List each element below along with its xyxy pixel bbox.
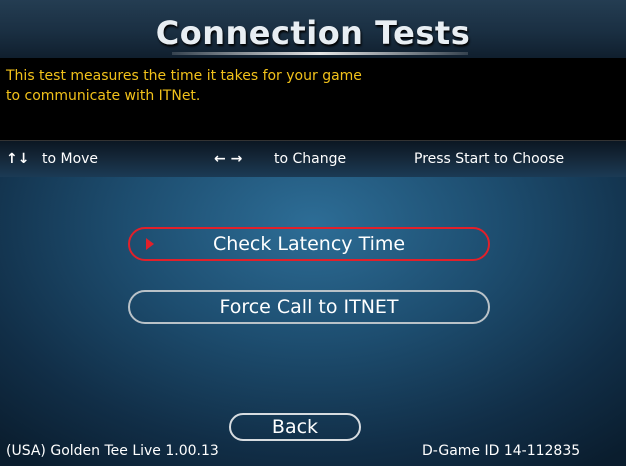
nav-hint-bar: ↑↓ to Move ← → to Change Press Start to …	[0, 141, 626, 177]
move-hint-label: to Move	[42, 151, 99, 167]
force-call-itnet-button[interactable]: Force Call to ITNET	[128, 290, 490, 324]
check-latency-time-label: Check Latency Time	[212, 233, 406, 255]
page-title: Connection Tests	[155, 14, 471, 52]
game-id: D-Game ID 14-112835	[422, 443, 581, 459]
force-call-itnet-label: Force Call to ITNET	[219, 296, 399, 318]
title-underline	[172, 52, 468, 55]
back-label: Back	[271, 416, 319, 438]
check-latency-time-button[interactable]: Check Latency Time	[128, 227, 490, 261]
left-right-arrows-icon: ← →	[214, 151, 243, 167]
change-hint-label: to Change	[274, 151, 347, 167]
choose-hint-label: Press Start to Choose	[414, 151, 565, 167]
title-bar: Connection Tests	[0, 0, 626, 58]
up-down-arrows-icon: ↑↓	[6, 151, 30, 167]
back-button[interactable]: Back	[229, 413, 361, 441]
description-line-1: This test measures the time it takes for…	[6, 68, 362, 84]
version-info: (USA) Golden Tee Live 1.00.13	[6, 443, 219, 459]
selection-arrow-icon	[146, 238, 154, 250]
description-line-2: to communicate with ITNet.	[6, 88, 201, 104]
description-box: This test measures the time it takes for…	[0, 58, 626, 142]
